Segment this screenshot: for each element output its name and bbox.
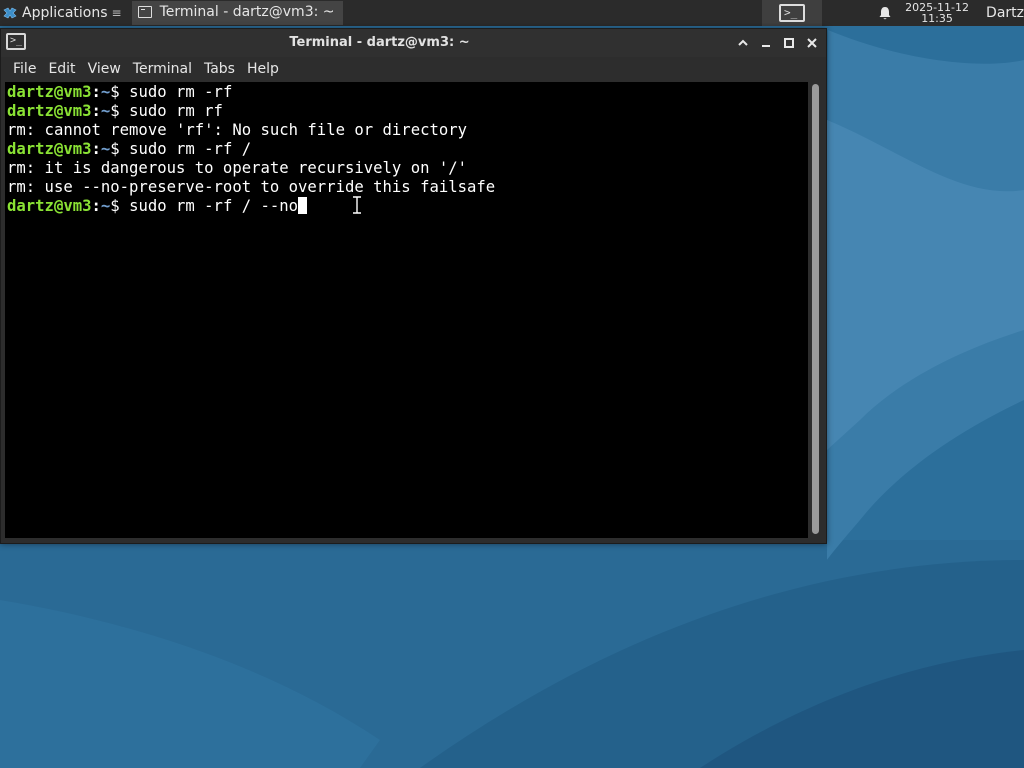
menu-bar: File Edit View Terminal Tabs Help [1,57,826,81]
terminal-output-area[interactable]: dartz@vm3:~$ sudo rm -rf dartz@vm3:~$ sud… [5,82,808,538]
terminal-window: >_ Terminal - dartz@vm3: ~ File Edit Vie… [0,28,827,544]
window-shade-button[interactable] [735,35,751,51]
prompt-separator: : [91,197,101,215]
menu-help[interactable]: Help [241,57,285,81]
taskbar-terminal-title: Terminal - dartz@vm3: ~ [159,4,335,20]
clock-time: 11:35 [921,12,953,25]
window-titlebar[interactable]: >_ Terminal - dartz@vm3: ~ [1,29,826,57]
terminal-window-icon [137,6,152,18]
terminal-prompt-line: dartz@vm3:~$ sudo rm -rf / [7,140,495,159]
terminal-prompt-line: dartz@vm3:~$ sudo rm rf [7,102,495,121]
prompt-separator: : [91,140,101,158]
minimize-button[interactable] [758,35,774,51]
terminal-prompt-line: dartz@vm3:~$ sudo rm -rf / --no [7,197,495,216]
window-title: Terminal - dartz@vm3: ~ [289,35,470,50]
command-text: sudo rm -rf / --no [129,197,299,215]
maximize-button[interactable] [781,35,797,51]
prompt-symbol: $ [110,140,130,158]
output-text: rm: use --no-preserve-root to override t… [7,178,496,196]
menu-terminal[interactable]: Terminal [127,57,198,81]
output-text: rm: cannot remove 'rf': No such file or … [7,121,468,139]
command-text: sudo rm -rf [129,83,233,101]
notifications-button[interactable] [874,0,896,26]
applications-separator-icon: ≡ [111,6,122,20]
close-button[interactable] [804,35,820,51]
prompt-separator: : [91,83,101,101]
terminal-launcher-button[interactable]: >_ [762,0,823,26]
menu-file[interactable]: File [7,57,42,81]
bell-icon [879,6,891,19]
top-panel: Applications ≡ Terminal - dartz@vm3: ~ >… [0,0,1024,26]
terminal-lines: dartz@vm3:~$ sudo rm -rf dartz@vm3:~$ sud… [7,83,495,216]
prompt-user: dartz@vm3 [7,102,92,120]
taskbar-terminal-button[interactable]: Terminal - dartz@vm3: ~ [131,1,343,25]
applications-label: Applications [22,5,108,21]
terminal-output-line: rm: it is dangerous to operate recursive… [7,159,495,178]
scrollbar-thumb[interactable] [812,84,819,534]
terminal-output-line: rm: cannot remove 'rf': No such file or … [7,121,495,140]
chevron-up-icon [738,39,748,46]
terminal-scrollbar[interactable] [810,82,822,538]
menu-view[interactable]: View [82,57,127,81]
clock[interactable]: 2025-11-12 11:35 [902,2,972,24]
prompt-path: ~ [100,197,111,215]
close-icon [807,38,817,48]
ibeam-cursor-icon [353,196,361,214]
prompt-user: dartz@vm3 [7,197,92,215]
prompt-path: ~ [100,140,111,158]
minimize-icon [762,45,770,47]
menu-edit[interactable]: Edit [42,57,81,81]
applications-menu-button[interactable]: Applications ≡ [0,0,128,26]
text-cursor [298,197,308,214]
prompt-symbol: $ [110,197,130,215]
prompt-user: dartz@vm3 [7,140,92,158]
prompt-symbol: $ [110,83,130,101]
terminal-prompt-line: dartz@vm3:~$ sudo rm -rf [7,83,495,102]
terminal-output-line: rm: use --no-preserve-root to override t… [7,178,495,197]
prompt-separator: : [91,102,101,120]
terminal-launcher-icon: >_ [779,4,806,22]
command-text: sudo rm -rf / [129,140,252,158]
prompt-path: ~ [100,102,111,120]
maximize-icon [784,38,794,48]
prompt-user: dartz@vm3 [7,83,92,101]
command-text: sudo rm rf [129,102,223,120]
prompt-symbol: $ [110,102,130,120]
output-text: rm: it is dangerous to operate recursive… [7,159,468,177]
prompt-path: ~ [100,83,111,101]
xfce-logo-icon [3,7,17,19]
menu-tabs[interactable]: Tabs [198,57,241,81]
user-menu-button[interactable]: Dartz [978,0,1024,26]
